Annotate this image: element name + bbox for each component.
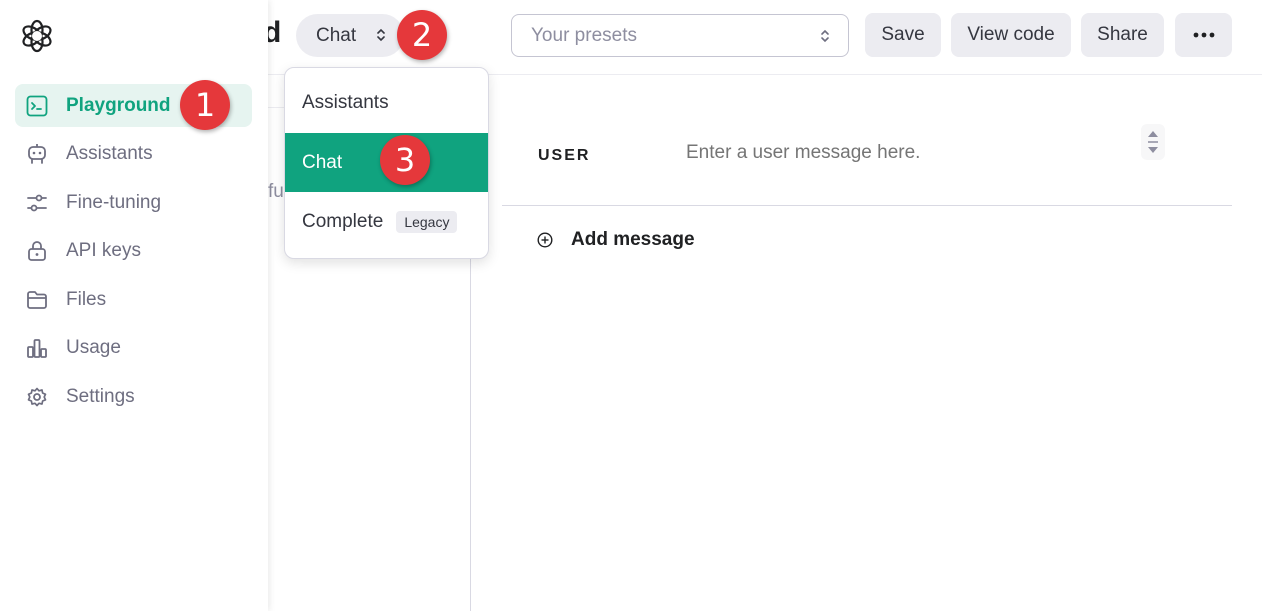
presets-placeholder: Your presets <box>531 24 637 46</box>
mode-select[interactable]: Chat <box>296 14 404 57</box>
chevron-updown-icon <box>821 29 829 43</box>
sidebar-item-api-keys[interactable]: API keys <box>15 230 252 273</box>
dropdown-item-complete[interactable]: Complete Legacy <box>285 192 488 251</box>
legacy-badge: Legacy <box>396 210 458 233</box>
dropdown-item-label: Assistants <box>302 91 389 113</box>
terminal-icon <box>25 94 49 118</box>
sliders-icon <box>25 191 49 215</box>
callout-marker-2: 2 <box>397 10 447 60</box>
dropdown-item-assistants[interactable]: Assistants <box>285 73 488 132</box>
sidebar-item-usage[interactable]: Usage <box>15 327 252 370</box>
openai-logo-icon <box>22 19 52 53</box>
presets-select[interactable]: Your presets <box>511 14 849 57</box>
sidebar-item-label: Assistants <box>66 143 153 164</box>
callout-marker-3: 3 <box>380 135 430 185</box>
lock-icon <box>25 239 49 263</box>
sidebar-item-settings[interactable]: Settings <box>15 375 252 418</box>
sidebar-item-label: Usage <box>66 337 121 358</box>
mode-select-value: Chat <box>316 24 357 46</box>
callout-marker-1: 1 <box>180 80 230 130</box>
playground-page: d Chat Your presets Save View code Share <box>0 0 1262 611</box>
sidebar-item-assistants[interactable]: Assistants <box>15 133 252 176</box>
sidebar-item-label: Files <box>66 288 107 310</box>
message-divider <box>502 205 1232 206</box>
robot-icon <box>25 142 49 166</box>
sidebar-nav: Playground Assistants Fine-tuning API ke… <box>15 84 252 424</box>
user-role-label[interactable]: USER <box>538 147 590 165</box>
user-message-input[interactable] <box>686 142 1126 164</box>
save-button[interactable]: Save <box>865 13 941 57</box>
sidebar-item-label: Fine-tuning <box>66 191 162 213</box>
more-options-button[interactable] <box>1175 13 1232 57</box>
add-message-button[interactable]: Add message <box>537 229 695 251</box>
message-swap-control[interactable] <box>1141 124 1165 160</box>
sidebar-item-label: Settings <box>66 385 135 407</box>
more-horizontal-icon <box>1193 32 1214 38</box>
folder-icon <box>25 288 49 312</box>
sidebar-item-files[interactable]: Files <box>15 278 252 321</box>
dropdown-item-label: Complete <box>302 210 384 232</box>
sidebar-item-label: API keys <box>66 240 141 261</box>
add-message-label: Add message <box>571 229 695 250</box>
chevron-updown-icon <box>377 28 385 42</box>
swap-arrows-icon <box>1148 131 1158 153</box>
sidebar: Playground Assistants Fine-tuning API ke… <box>0 0 268 611</box>
sidebar-item-label: Playground <box>66 94 171 116</box>
share-button[interactable]: Share <box>1081 13 1164 57</box>
bar-chart-icon <box>25 336 49 360</box>
dropdown-item-label: Chat <box>302 151 343 173</box>
gear-icon <box>25 385 49 409</box>
sidebar-item-fine-tuning[interactable]: Fine-tuning <box>15 181 252 224</box>
view-code-button[interactable]: View code <box>951 13 1071 57</box>
plus-circle-icon <box>537 232 553 248</box>
